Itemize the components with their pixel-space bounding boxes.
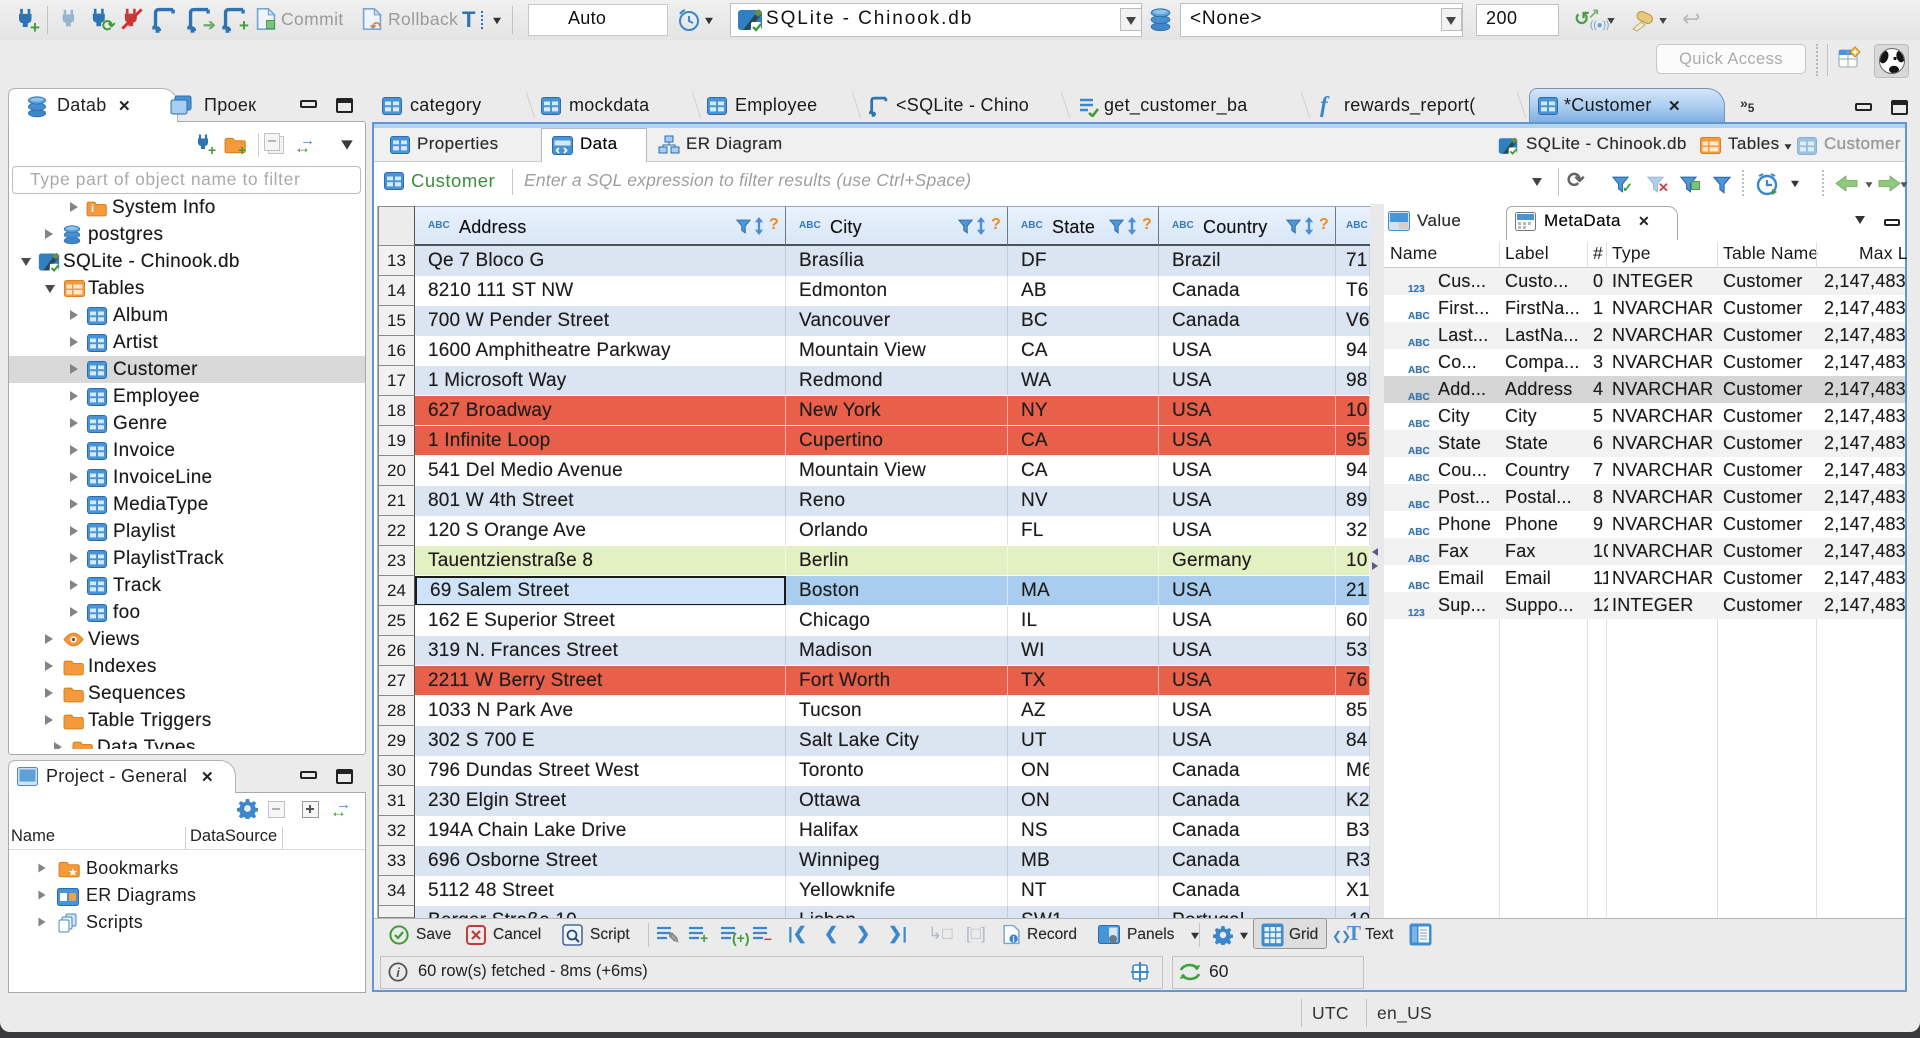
svg-text:i: i	[396, 965, 400, 980]
svg-text:i: i	[1012, 934, 1014, 944]
